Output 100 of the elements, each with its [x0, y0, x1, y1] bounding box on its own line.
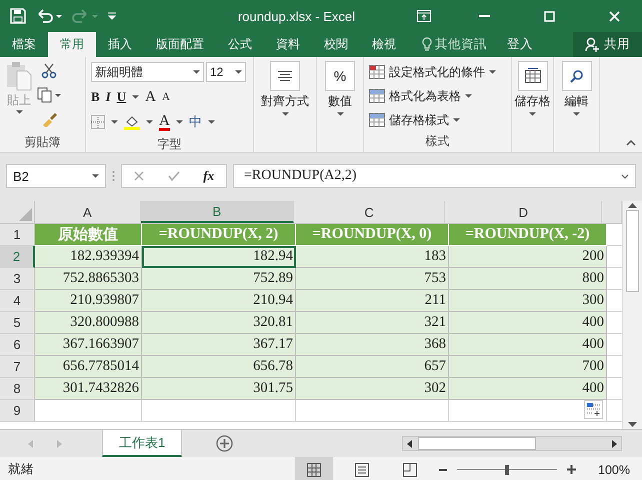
dropdown-arrow-icon[interactable]	[146, 120, 153, 124]
bold-button[interactable]: B	[91, 89, 100, 105]
table-cell: 752.8865303	[35, 268, 142, 290]
horizontal-scrollbar[interactable]	[402, 436, 622, 451]
borders-icon[interactable]	[91, 115, 105, 129]
group-button[interactable]: 數值	[328, 93, 352, 110]
share-button[interactable]: 共用	[573, 32, 642, 57]
table-cell: 656.78	[142, 356, 296, 378]
group-label: 樣式	[424, 133, 450, 150]
undo-icon[interactable]	[36, 9, 62, 23]
column-title: =ROUNDUP(X, 0)	[296, 224, 449, 246]
table-cell: 656.7785014	[35, 356, 142, 378]
name-box[interactable]: B2	[6, 164, 106, 188]
column-header[interactable]: C	[294, 201, 446, 223]
font-size-dropdown[interactable]: 12	[206, 62, 246, 82]
row-header[interactable]: 1	[0, 224, 35, 246]
insert-function-button[interactable]: fx	[203, 168, 214, 184]
row-header[interactable]: 7	[0, 356, 35, 378]
group-button[interactable]: 編輯	[564, 93, 588, 110]
cells-icon[interactable]	[518, 61, 548, 91]
dropdown-arrow-icon[interactable]	[489, 70, 496, 74]
row-header[interactable]: 2	[0, 246, 35, 268]
zoom-in-icon[interactable]	[567, 465, 576, 474]
scroll-down-icon[interactable]	[628, 422, 637, 427]
table-cell: 400	[449, 312, 607, 334]
dropdown-arrow-icon[interactable]	[176, 120, 183, 124]
zoom-level[interactable]: 100%	[598, 462, 630, 476]
styles-menu-button[interactable]: 格式化為表格	[369, 85, 506, 107]
ribbon-tab[interactable]: 插入	[96, 32, 144, 57]
table-cell: 700	[449, 356, 607, 378]
dropdown-arrow-icon[interactable]	[282, 112, 288, 116]
table-style-icon	[369, 65, 385, 79]
dropdown-arrow-icon[interactable]	[235, 70, 242, 74]
underline-button[interactable]: U	[116, 89, 126, 105]
ribbon-tab[interactable]: 版面配置	[144, 32, 216, 57]
normal-view-button[interactable]	[295, 457, 334, 480]
dropdown-arrow-icon[interactable]	[465, 94, 472, 98]
expand-icon[interactable]	[621, 174, 629, 178]
font-color-button[interactable]: A	[159, 114, 170, 130]
table-cell: 321	[296, 312, 449, 334]
ribbon-tab[interactable]: 資料	[264, 32, 312, 57]
italic-button[interactable]: I	[106, 89, 111, 105]
ribbon-tab[interactable]: 公式	[216, 32, 264, 57]
font-name-dropdown[interactable]: 新細明體	[91, 62, 204, 82]
row-header[interactable]: 5	[0, 312, 35, 334]
row-header[interactable]: 8	[0, 378, 35, 400]
row-header[interactable]: 9	[0, 400, 35, 422]
row-header[interactable]: 3	[0, 268, 35, 290]
percent-button[interactable]: %	[325, 61, 355, 91]
column-header[interactable]: D	[445, 201, 602, 223]
close-icon[interactable]	[609, 10, 620, 22]
dropdown-arrow-icon[interactable]	[573, 112, 580, 116]
column-header[interactable]: B	[140, 201, 294, 223]
align-icon[interactable]	[270, 61, 300, 91]
quick-analysis-icon[interactable]	[584, 400, 603, 419]
decrease-font-button[interactable]: A	[162, 91, 170, 103]
scroll-right-icon[interactable]	[612, 440, 617, 448]
dropdown-arrow-icon[interactable]	[193, 70, 200, 74]
dropdown-arrow-icon[interactable]	[92, 174, 99, 178]
scroll-up-icon[interactable]	[628, 203, 637, 208]
format-painter-icon[interactable]	[41, 111, 57, 127]
row-header[interactable]: 6	[0, 334, 35, 356]
ribbon-display-icon[interactable]	[417, 10, 431, 22]
dropdown-arrow-icon[interactable]	[208, 120, 215, 124]
increase-font-button[interactable]: A	[145, 88, 156, 106]
group-button[interactable]: 對齊方式	[261, 93, 309, 110]
phonetic-button[interactable]: 中	[188, 113, 202, 131]
sign-in-link[interactable]: 登入	[499, 32, 541, 57]
scissors-icon[interactable]	[41, 63, 57, 79]
dropdown-arrow-icon[interactable]	[336, 112, 344, 116]
ribbon-tab[interactable]: 檢視	[360, 32, 408, 57]
ribbon-tab[interactable]: 檔案	[0, 32, 48, 57]
formula-field[interactable]: =ROUNDUP(A2,2)	[233, 164, 636, 188]
maximize-icon[interactable]	[544, 10, 555, 22]
customize-toolbar-icon[interactable]	[108, 12, 116, 20]
dropdown-arrow-icon[interactable]	[132, 95, 140, 99]
scroll-left-icon[interactable]	[407, 440, 412, 448]
tell-me-button[interactable]: 其他資訊	[408, 32, 499, 57]
styles-menu-button[interactable]: 設定格式化的條件	[369, 61, 506, 83]
zoom-slider[interactable]	[457, 464, 558, 476]
dropdown-arrow-icon[interactable]	[16, 110, 22, 114]
drag-handle-icon[interactable]	[112, 170, 115, 182]
save-icon[interactable]	[10, 8, 26, 24]
copy-icon[interactable]	[37, 87, 61, 103]
add-sheet-icon[interactable]	[216, 435, 234, 452]
row-header[interactable]: 4	[0, 290, 35, 312]
scrollbar-thumb[interactable]	[626, 210, 639, 292]
collapse-ribbon-icon[interactable]	[626, 140, 636, 146]
checkmark-icon[interactable]	[168, 171, 180, 181]
sheet-tab[interactable]: 工作表1	[102, 430, 182, 457]
dropdown-arrow-icon[interactable]	[453, 118, 460, 122]
table-cell: 400	[449, 334, 607, 356]
dropdown-arrow-icon[interactable]	[529, 112, 536, 116]
search-icon[interactable]	[562, 61, 592, 91]
fill-color-icon[interactable]	[124, 114, 140, 130]
ribbon-tab[interactable]: 校閱	[312, 32, 360, 57]
group-button[interactable]: 儲存格	[514, 93, 550, 110]
ribbon-tab[interactable]: 常用	[48, 32, 96, 57]
dropdown-arrow-icon[interactable]	[111, 120, 118, 124]
styles-menu-button[interactable]: 儲存格樣式	[369, 109, 506, 131]
